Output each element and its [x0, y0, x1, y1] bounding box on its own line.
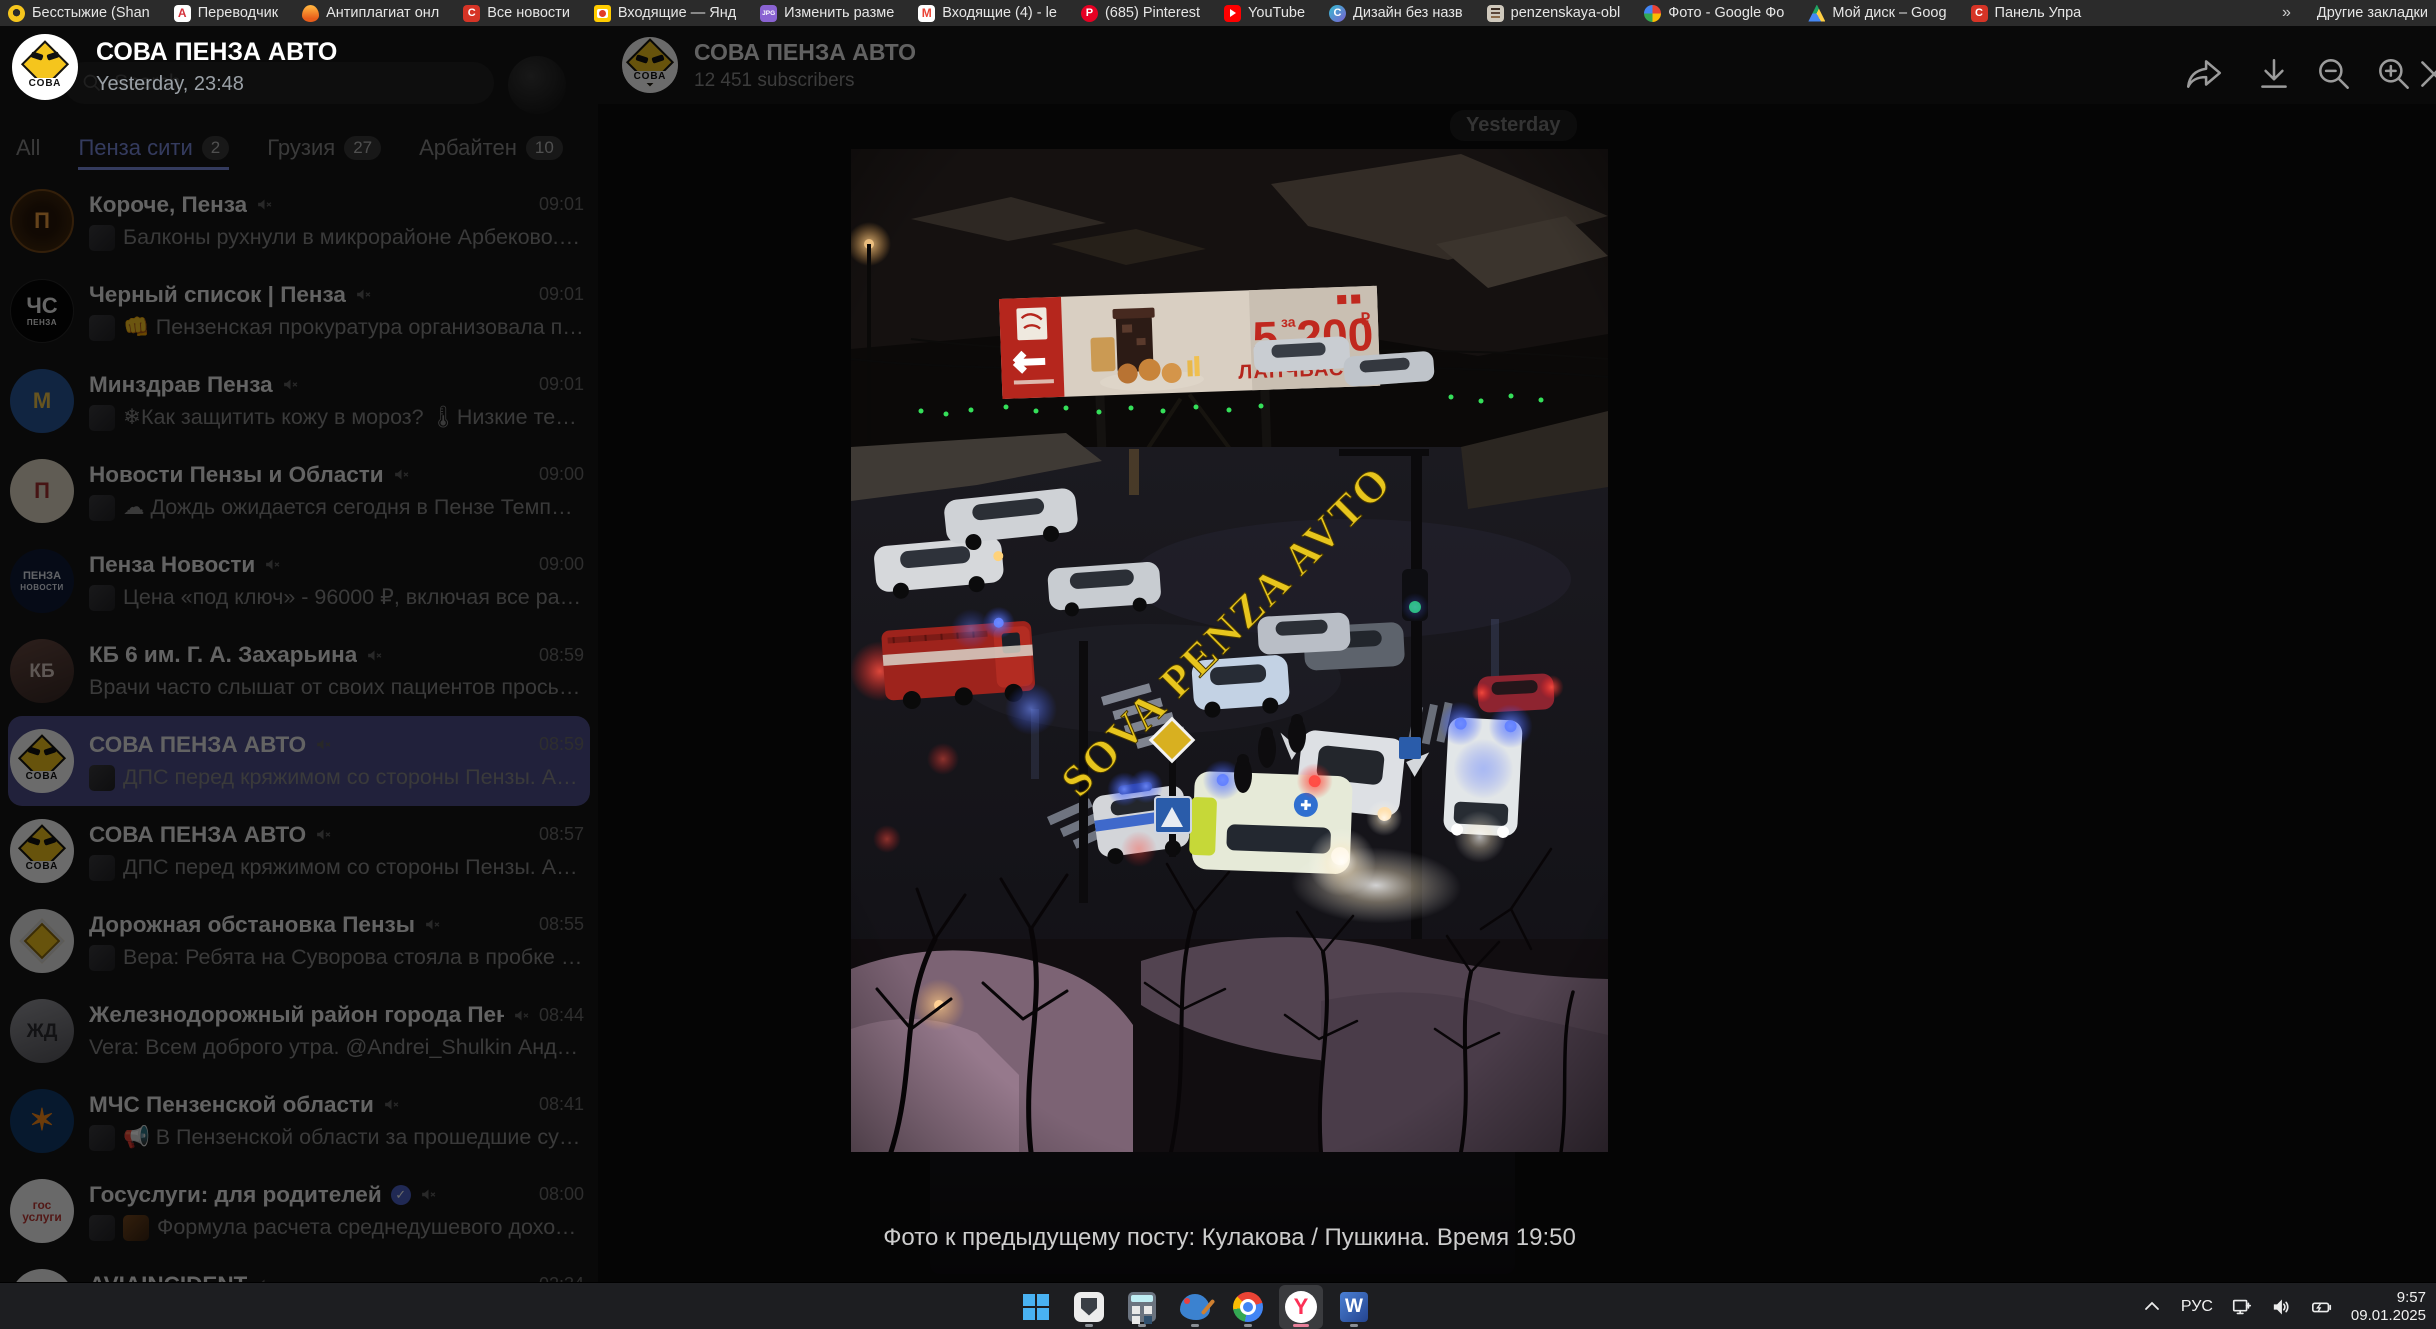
taskbar-yandex-browser-app[interactable]: Y: [1279, 1284, 1323, 1329]
bookmark-item[interactable]: Дизайн без назв: [1329, 4, 1463, 22]
viewer-sender-info[interactable]: СОВА СОВА ПЕНЗА АВТО Yesterday, 23:48: [12, 34, 337, 100]
bookmark-item[interactable]: YouTube: [1224, 4, 1305, 22]
bookmark-item[interactable]: Панель Упра: [1970, 4, 2081, 22]
viewed-photo[interactable]: 5 за 200 ₽ ЛАНЧБАСКЕТ: [847, 149, 1609, 1155]
shield-icon: [1074, 1291, 1104, 1322]
download-icon: [2261, 59, 2287, 88]
zoom-out-button[interactable]: [2314, 54, 2354, 94]
forward-button[interactable]: [2184, 54, 2224, 94]
favicon-flame-icon: [302, 4, 320, 22]
favicon-gmail-icon: [918, 4, 936, 22]
favicon-pinterest-icon: [1080, 4, 1098, 22]
taskbar-word-app[interactable]: W: [1332, 1285, 1376, 1329]
calculator-icon: [1128, 1291, 1156, 1322]
taskbar-antivirus-app[interactable]: [1067, 1285, 1111, 1329]
clock-time: 9:57: [2396, 1288, 2426, 1306]
accident-scene-photo: 5 за 200 ₽ ЛАНЧБАСКЕТ: [847, 149, 1609, 1155]
bookmark-item[interactable]: penzenskaya-obl: [1486, 4, 1620, 22]
system-tray: РУС 9:57 09.01.2025: [2141, 1283, 2426, 1329]
paint-palette-icon: [1180, 1293, 1210, 1320]
favicon-yellow-dot-icon: [8, 4, 25, 22]
favicon-stamp-icon: [1486, 4, 1504, 22]
clock-date: 09.01.2025: [2350, 1306, 2426, 1324]
bookmark-item[interactable]: Входящие — Янд: [593, 4, 736, 22]
sender-name: СОВА ПЕНЗА АВТО: [96, 38, 338, 66]
desktop-screen: Бесстыжие (Shan Переводчик Антиплагиат о…: [0, 0, 2436, 1329]
favicon-youtube-icon: [1224, 4, 1242, 22]
taskbar-chrome-app[interactable]: [1226, 1285, 1270, 1329]
taskbar-paint-app[interactable]: [1173, 1285, 1217, 1329]
favicon-google-photos-icon: [1644, 4, 1662, 22]
favicon-red-c-icon: [463, 4, 481, 22]
favicon-google-drive-icon: [1808, 4, 1826, 22]
windows-icon: [1023, 1293, 1049, 1320]
close-button[interactable]: [2414, 54, 2436, 94]
word-icon: W: [1340, 1291, 1368, 1322]
language-indicator[interactable]: РУС: [2181, 1298, 2213, 1316]
other-bookmarks-button[interactable]: Другие закладки: [2317, 5, 2428, 21]
bookmarks-overflow-chevron[interactable]: »: [2282, 4, 2291, 22]
favicon-translator-icon: [173, 4, 191, 22]
network-icon[interactable]: [2231, 1296, 2253, 1318]
zoom-in-icon: [2379, 59, 2409, 89]
bookmark-item[interactable]: Антиплагиат онл: [302, 4, 439, 22]
message-date: Yesterday, 23:48: [96, 73, 244, 95]
taskbar-clock[interactable]: 9:57 09.01.2025: [2351, 1289, 2426, 1325]
favicon-yandex-mail-icon: [593, 4, 611, 22]
zoom-in-button[interactable]: [2374, 54, 2414, 94]
bookmark-item[interactable]: (685) Pinterest: [1080, 4, 1200, 22]
start-button[interactable]: [1014, 1285, 1058, 1329]
volume-icon[interactable]: [2271, 1296, 2293, 1318]
bookmark-item[interactable]: Изменить разме: [760, 4, 894, 22]
bookmark-item[interactable]: Мой диск – Goog: [1808, 4, 1947, 22]
download-button[interactable]: [2254, 54, 2294, 94]
media-viewer: СОВА СОВА ПЕНЗА АВТО Yesterday, 23:48 SO…: [0, 26, 2436, 1282]
bookmark-item[interactable]: Все новости: [463, 4, 570, 22]
bookmarks-bar: Бесстыжие (Shan Переводчик Антиплагиат о…: [0, 0, 2436, 26]
forward-icon: [2186, 60, 2222, 88]
taskbar: Y W РУС 9:57 09.01.2025: [0, 1282, 2436, 1329]
favicon-red-c-icon: [1970, 4, 1988, 22]
close-icon: [2421, 61, 2436, 87]
battery-icon[interactable]: [2311, 1296, 2333, 1318]
photo-caption: Фото к предыдущему посту: Кулакова / Пуш…: [883, 1224, 1576, 1251]
zoom-out-icon: [2319, 59, 2349, 89]
favicon-jpg-icon: [760, 4, 778, 22]
bookmark-item[interactable]: Входящие (4) - le: [918, 4, 1057, 22]
chrome-icon: [1233, 1291, 1263, 1322]
taskbar-calculator-app[interactable]: [1120, 1285, 1164, 1329]
hidden-icons-chevron-icon[interactable]: [2141, 1296, 2163, 1318]
bookmark-item[interactable]: Переводчик: [173, 4, 278, 22]
sender-avatar: СОВА: [12, 34, 78, 100]
yandex-browser-icon: Y: [1285, 1290, 1317, 1323]
bookmark-item[interactable]: Фото - Google Фо: [1644, 4, 1784, 22]
favicon-canva-icon: [1329, 4, 1347, 22]
telegram-window: Search All Пенза сити2 Грузия27 Арбайтен…: [0, 26, 2436, 1282]
bookmark-item[interactable]: Бесстыжие (Shan: [8, 4, 150, 22]
